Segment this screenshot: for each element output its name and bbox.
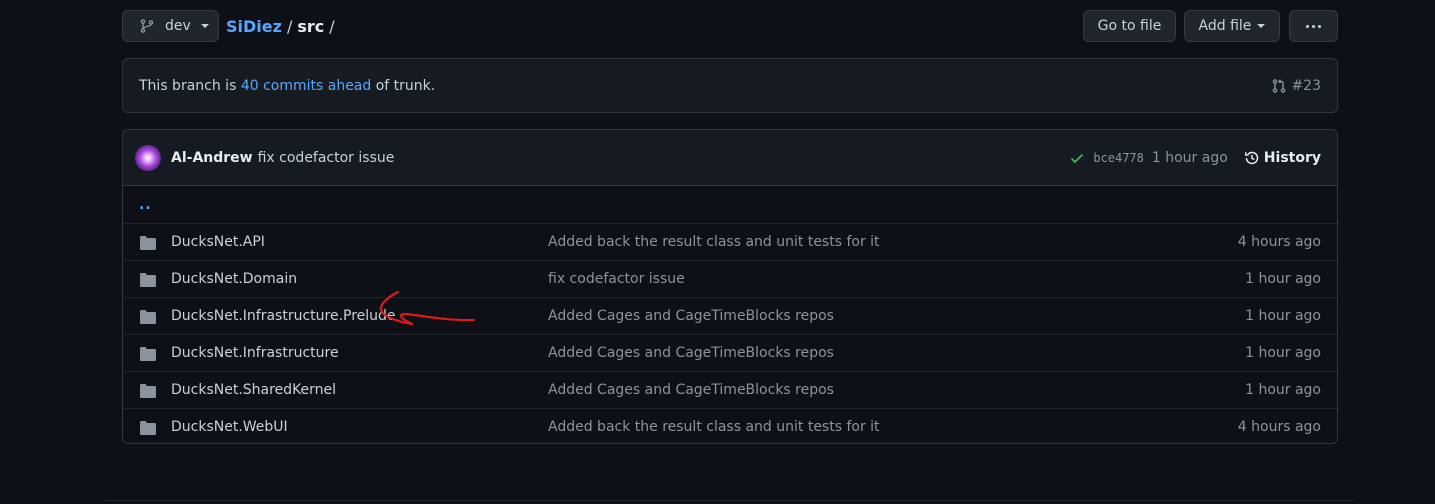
- file-name-link[interactable]: DucksNet.Infrastructure.Prelude: [171, 308, 396, 324]
- commit-time: 1 hour ago: [1245, 345, 1321, 361]
- breadcrumb-current-dir: src: [297, 16, 325, 36]
- git-branch-icon: [140, 19, 154, 33]
- folder-icon: [139, 383, 157, 403]
- file-name-link[interactable]: DucksNet.API: [171, 234, 265, 250]
- commit-time: 4 hours ago: [1237, 234, 1321, 250]
- parent-directory-link[interactable]: ..: [123, 186, 1337, 223]
- branch-status-suffix: of trunk.: [371, 77, 436, 94]
- commit-sha-link[interactable]: bce4778: [1093, 151, 1144, 165]
- check-icon[interactable]: [1069, 150, 1085, 166]
- go-to-file-label: Go to file: [1097, 18, 1162, 34]
- branch-name: dev: [165, 18, 191, 34]
- commit-message-link[interactable]: Added Cages and CageTimeBlocks repos: [548, 345, 834, 361]
- commit-message-link[interactable]: Added Cages and CageTimeBlocks repos: [548, 382, 834, 398]
- folder-icon: [139, 235, 157, 255]
- commit-author-link[interactable]: Al-Andrew: [171, 150, 253, 166]
- folder-icon: [139, 309, 157, 329]
- go-to-file-button[interactable]: Go to file: [1083, 10, 1176, 42]
- top-bar: dev SiDiez / src / Go to file Add file: [122, 10, 1338, 42]
- table-row[interactable]: DucksNet.Domain fix codefactor issue 1 hou…: [123, 260, 1337, 297]
- commit-time: 4 hours ago: [1237, 419, 1321, 435]
- branch-status-box: This branch is 40 commits ahead of trunk…: [122, 58, 1338, 113]
- commit-time: 1 hour ago: [1245, 271, 1321, 287]
- table-row[interactable]: DucksNet.WebUI Added back the result clas…: [123, 408, 1337, 443]
- pull-request-icon: [1273, 78, 1286, 93]
- parent-directory-label: ..: [139, 196, 152, 213]
- file-table: Al-Andrew fix codefactor issue bce4778 1…: [122, 129, 1338, 444]
- add-file-label: Add file: [1198, 18, 1252, 34]
- commit-message-link[interactable]: fix codefactor issue: [258, 150, 395, 166]
- chevron-down-icon: [200, 24, 209, 28]
- breadcrumb-repo-link[interactable]: SiDiez: [226, 17, 282, 36]
- commit-time: 1 hour ago: [1245, 382, 1321, 398]
- folder-icon: [139, 272, 157, 292]
- avatar[interactable]: [135, 144, 161, 171]
- more-options-button[interactable]: [1289, 10, 1338, 42]
- history-icon: [1244, 151, 1259, 164]
- breadcrumb-separator: /: [286, 16, 293, 36]
- table-row[interactable]: DucksNet.Infrastructure Added Cages and C…: [123, 334, 1337, 371]
- add-file-button[interactable]: Add file: [1184, 10, 1280, 42]
- commit-message-link[interactable]: Added back the result class and unit tes…: [548, 419, 880, 435]
- file-name-link[interactable]: DucksNet.SharedKernel: [171, 382, 336, 398]
- history-label: History: [1263, 149, 1321, 166]
- kebab-horizontal-icon: [1306, 24, 1321, 28]
- commit-time: 1 hour ago: [1151, 149, 1228, 166]
- history-link[interactable]: History: [1244, 150, 1321, 166]
- footer-divider: [105, 500, 1355, 501]
- latest-commit-header: Al-Andrew fix codefactor issue bce4778 1…: [123, 130, 1337, 186]
- commit-time: 1 hour ago: [1245, 308, 1321, 324]
- file-name-link[interactable]: DucksNet.WebUI: [171, 419, 288, 435]
- table-row[interactable]: DucksNet.API Added back the result class …: [123, 223, 1337, 260]
- repo-directory-page: dev SiDiez / src / Go to file Add file T…: [0, 0, 1435, 504]
- pull-request-number: #23: [1291, 77, 1321, 94]
- commit-message-link[interactable]: fix codefactor issue: [548, 271, 685, 287]
- branch-selector-button[interactable]: dev: [122, 10, 219, 42]
- folder-icon: [139, 346, 157, 366]
- file-name-link[interactable]: DucksNet.Infrastructure: [171, 345, 339, 361]
- file-name-link[interactable]: DucksNet.Domain: [171, 271, 297, 287]
- commit-meta: bce4778 1 hour ago History: [1069, 130, 1321, 185]
- breadcrumb: SiDiez / src /: [226, 10, 340, 42]
- commits-ahead-link[interactable]: 40 commits ahead: [241, 78, 371, 94]
- pull-request-link[interactable]: #23: [1271, 59, 1321, 112]
- commit-message-link[interactable]: Added back the result class and unit tes…: [548, 234, 880, 250]
- folder-icon: [139, 420, 157, 440]
- commit-message-link[interactable]: Added Cages and CageTimeBlocks repos: [548, 308, 834, 324]
- table-row[interactable]: DucksNet.SharedKernel Added Cages and Cag…: [123, 371, 1337, 408]
- table-row[interactable]: DucksNet.Infrastructure.Prelude Added Cag…: [123, 297, 1337, 334]
- branch-status-prefix: This branch is: [139, 77, 241, 94]
- breadcrumb-separator: /: [329, 16, 335, 36]
- chevron-down-icon: [1257, 24, 1266, 28]
